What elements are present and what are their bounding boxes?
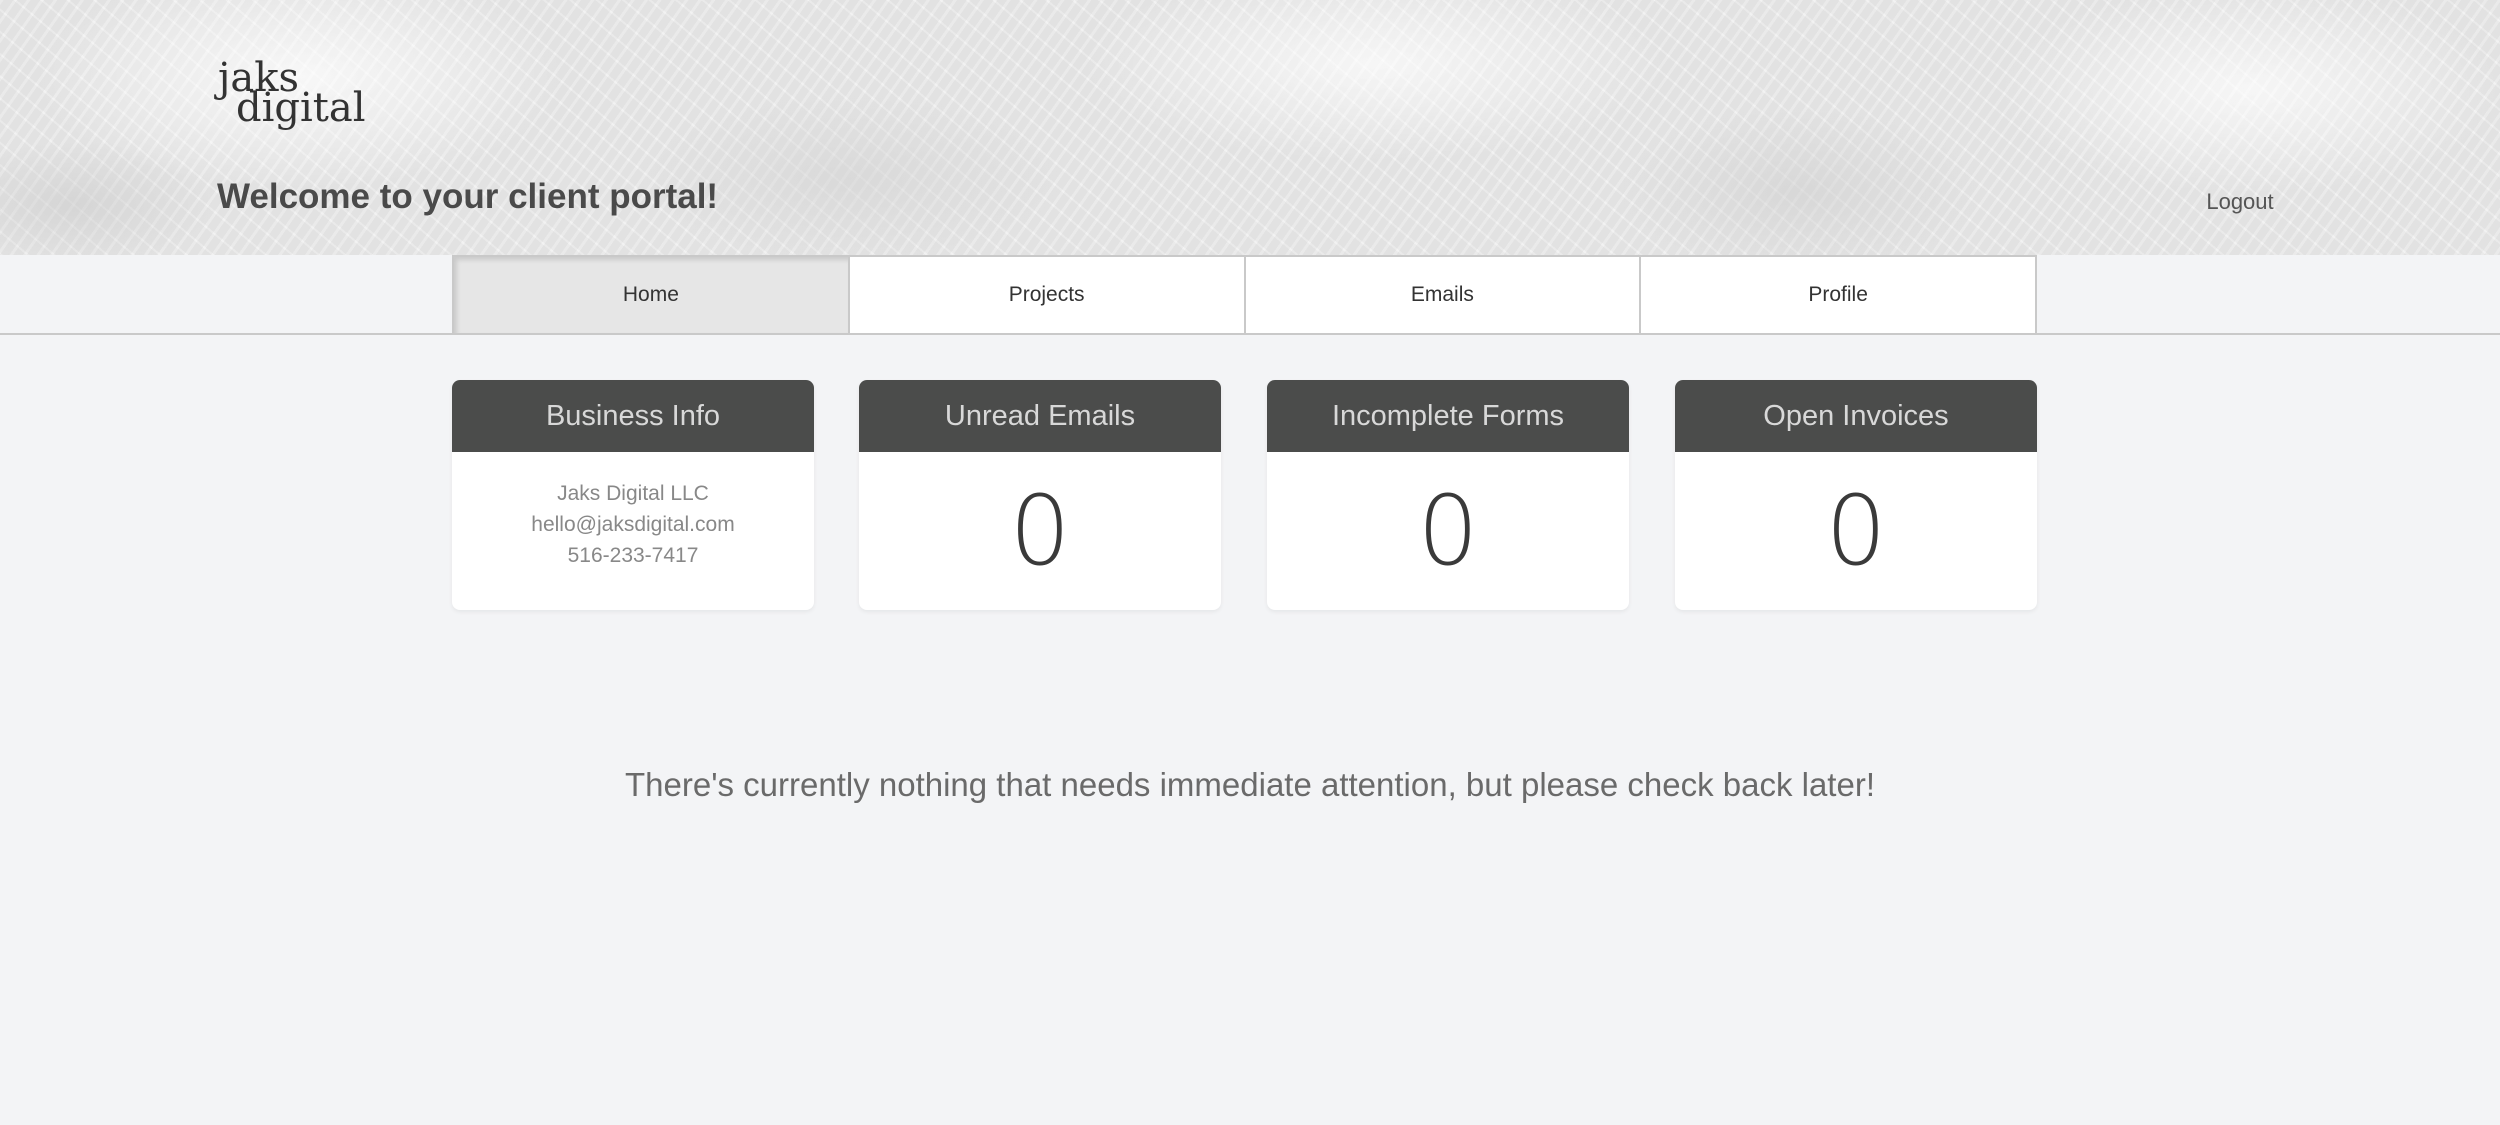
business-info-title: Business Info xyxy=(452,380,814,452)
tab-emails[interactable]: Emails xyxy=(1245,257,1642,333)
nav-tabs: Home Projects Emails Profile xyxy=(452,255,2037,333)
nav-tabbar: Home Projects Emails Profile xyxy=(0,255,2500,335)
incomplete-forms-title: Incomplete Forms xyxy=(1267,380,1629,452)
logo-line-2: digital xyxy=(236,85,366,131)
unread-emails-title: Unread Emails xyxy=(859,380,1221,452)
open-invoices-title: Open Invoices xyxy=(1675,380,2037,452)
tab-projects[interactable]: Projects xyxy=(849,257,1246,333)
open-invoices-count: 0 xyxy=(1825,475,1887,587)
tab-profile[interactable]: Profile xyxy=(1641,257,2035,333)
business-info-body: Jaks Digital LLC hello@jaksdigital.com 5… xyxy=(452,452,814,571)
dashboard-cards: Business Info Jaks Digital LLC hello@jak… xyxy=(452,380,2037,610)
company-logo[interactable]: jaks digital xyxy=(218,58,366,144)
business-name: Jaks Digital LLC xyxy=(557,482,709,505)
tab-home[interactable]: Home xyxy=(454,257,850,333)
incomplete-forms-count: 0 xyxy=(1417,475,1479,587)
business-phone: 516-233-7417 xyxy=(567,544,699,567)
attention-notice: There's currently nothing that needs imm… xyxy=(624,766,1875,803)
open-invoices-card[interactable]: Open Invoices 0 xyxy=(1675,380,2037,610)
page-header: jaks digital Welcome to your client port… xyxy=(0,0,2500,255)
incomplete-forms-card[interactable]: Incomplete Forms 0 xyxy=(1267,380,1629,610)
unread-emails-card[interactable]: Unread Emails 0 xyxy=(859,380,1221,610)
logout-link[interactable]: Logout xyxy=(2200,187,2280,217)
business-email: hello@jaksdigital.com xyxy=(531,513,735,536)
unread-emails-count: 0 xyxy=(1009,475,1071,587)
business-info-card: Business Info Jaks Digital LLC hello@jak… xyxy=(452,380,814,610)
page-title: Welcome to your client portal! xyxy=(217,177,719,216)
